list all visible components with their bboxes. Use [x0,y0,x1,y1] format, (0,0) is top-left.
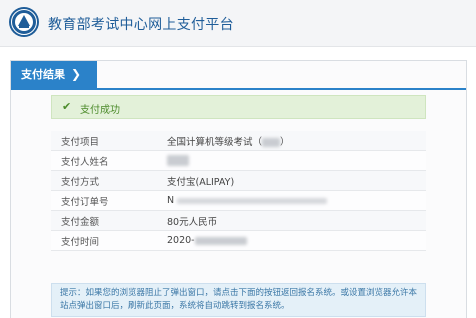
payment-item-text: 全国计算机等级考试（ [167,136,263,148]
payment-details-table: 支付项目 全国计算机等级考试（） 支付人姓名 支付方式 支付宝(ALIPAY) … [51,131,426,251]
checkmark-icon: ✔ [62,100,72,113]
popup-blocked-tip: 提示：如果您的浏览器阻止了弹出窗口，请点击下面的按钮返回报名系统。或设置浏览器允… [51,283,426,317]
ministry-seal-icon [9,7,39,37]
table-row: 支付金额 80元人民币 [51,210,426,231]
payment-time-value: 2020- [157,230,426,251]
success-text: 支付成功 [80,105,120,116]
site-header: 教育部考试中心网上支付平台 [0,0,476,47]
payment-time-label: 支付时间 [51,230,157,251]
payment-item-label: 支付项目 [51,131,157,151]
payment-amount-label: 支付金额 [51,210,157,231]
table-row: 支付订单号 N [51,190,426,211]
payment-method-label: 支付方式 [51,170,157,191]
payment-item-suffix: ） [280,136,290,148]
payment-amount-value: 80元人民币 [157,210,426,231]
redacted-value [262,137,281,147]
payer-name-label: 支付人姓名 [51,150,157,171]
redacted-value [194,236,247,245]
result-panel: 支付结果 ❯ ✔ 支付成功 支付项目 全国计算机等级考试（ ） 支付人姓名 支付方式 [10,60,467,318]
payment-result-page: 教育部考试中心网上支付平台 支付结果 ❯ ✔ 支付成功 支付项目 全国计算机等级考… [0,0,476,318]
tab-label: 支付结果 [21,68,65,81]
table-row: 支付人姓名 [51,150,426,171]
table-row: 支付项目 全国计算机等级考试（ ） [51,131,426,151]
redacted-value [177,197,328,204]
chevron-right-icon: ❯ [71,67,82,81]
payment-time-text: 2020- [167,235,195,246]
payment-method-value: 支付宝(ALIPAY) [157,170,426,191]
order-number-label: 支付订单号 [51,190,157,211]
payer-name-value [157,150,426,171]
tab-payment-result[interactable]: 支付结果 ❯ [11,61,97,88]
order-number-value: N [157,190,426,211]
table-row: 支付方式 支付宝(ALIPAY) [51,170,426,191]
site-title: 教育部考试中心网上支付平台 [48,17,234,33]
order-number-text: N [167,195,175,206]
success-message-bar: ✔ 支付成功 [51,95,426,119]
table-row: 支付时间 2020- [51,230,426,251]
redacted-value [167,155,189,166]
tab-underline [11,88,466,90]
payment-item-value: 全国计算机等级考试（ ） [157,131,426,151]
